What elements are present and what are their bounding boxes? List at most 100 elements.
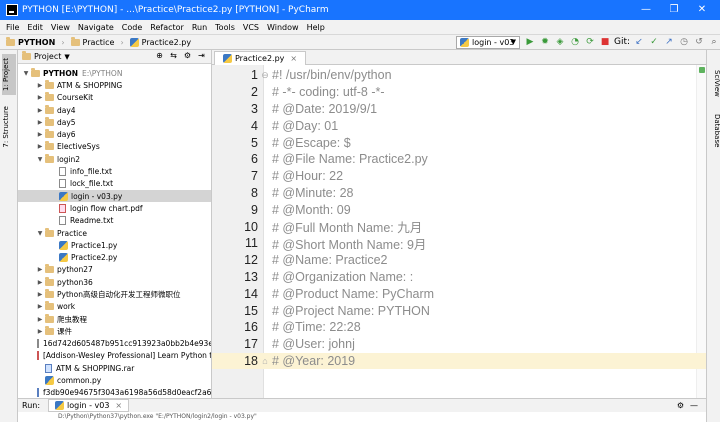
collapsed-arrow-icon[interactable]: ▶	[36, 107, 44, 114]
menu-help[interactable]: Help	[307, 23, 325, 32]
run-configuration-select[interactable]: login - v03 ▼	[456, 36, 520, 49]
code-line[interactable]: 18 ⌂ # @Year: 2019	[212, 352, 706, 370]
fold-marker-icon[interactable]: ⊖	[258, 70, 272, 81]
code-line[interactable]: 3 # @Date: 2019/9/1	[212, 101, 706, 118]
close-tab-icon[interactable]: ×	[290, 54, 297, 63]
tree-folder[interactable]: ▶ 课件	[18, 325, 211, 337]
tool-tab-database[interactable]: Database	[707, 110, 720, 151]
debug-icon[interactable]: ✹	[539, 37, 551, 48]
collapsed-arrow-icon[interactable]: ▶	[36, 303, 44, 310]
collapsed-arrow-icon[interactable]: ▶	[36, 316, 44, 323]
menu-refactor[interactable]: Refactor	[150, 23, 184, 32]
concurrency-icon[interactable]: ⟳	[584, 37, 596, 48]
tree-file[interactable]: f3db90e94675f3043a6198a56d58d0eacf2a68.z…	[18, 387, 211, 398]
gear-icon[interactable]: ⚙	[677, 401, 684, 410]
collapsed-arrow-icon[interactable]: ▶	[36, 328, 44, 335]
code-line[interactable]: 14 # @Product Name: PyCharm	[212, 285, 706, 302]
menu-view[interactable]: View	[51, 23, 70, 32]
code-line[interactable]: 5 # @Escape: $	[212, 134, 706, 151]
run-coverage-icon[interactable]: ◈	[554, 37, 566, 48]
code-editor[interactable]: 1 ⊖ #! /usr/bin/env/python 2 # -*- coding: u…	[212, 65, 706, 398]
collapsed-arrow-icon[interactable]: ▶	[36, 143, 44, 150]
collapsed-arrow-icon[interactable]: ▶	[36, 82, 44, 89]
tree-file[interactable]: common.py	[18, 374, 211, 386]
code-line[interactable]: 4 # @Day: 01	[212, 117, 706, 134]
code-line[interactable]: 12 # @Name: Practice2	[212, 252, 706, 269]
code-line[interactable]: 9 # @Month: 09	[212, 201, 706, 218]
tree-folder[interactable]: ▶ python36	[18, 276, 211, 288]
menu-file[interactable]: File	[6, 23, 19, 32]
vcs-revert-icon[interactable]: ↺	[693, 37, 705, 48]
vcs-update-icon[interactable]: ↙	[633, 37, 645, 48]
menu-navigate[interactable]: Navigate	[78, 23, 114, 32]
vcs-history-icon[interactable]: ◷	[678, 37, 690, 48]
breadcrumb-folder[interactable]: Practice	[83, 38, 115, 47]
fold-marker-icon[interactable]: ⌂	[258, 356, 272, 366]
run-tab[interactable]: login - v03 ×	[48, 399, 130, 412]
tree-folder[interactable]: ▼ Practice	[18, 227, 211, 239]
editor-tab-practice2[interactable]: Practice2.py ×	[214, 51, 307, 65]
code-line[interactable]: 6 # @File Name: Practice2.py	[212, 151, 706, 168]
code-line[interactable]: 11 # @Short Month Name: 9月	[212, 235, 706, 252]
search-everywhere-icon[interactable]: ⌕	[708, 37, 720, 48]
chevron-down-icon[interactable]: ▼	[64, 53, 69, 61]
code-line[interactable]: 8 # @Minute: 28	[212, 185, 706, 202]
tool-tab-structure[interactable]: 7: Structure	[2, 102, 16, 152]
tree-file[interactable]: login flow chart.pdf	[18, 202, 211, 214]
tree-folder[interactable]: ▶ 爬虫教程	[18, 313, 211, 325]
minimize-button[interactable]: —	[632, 0, 660, 20]
close-tab-icon[interactable]: ×	[115, 401, 122, 410]
breadcrumb-file[interactable]: Practice2.py	[142, 38, 191, 47]
tree-file[interactable]: login - v03.py	[18, 189, 211, 203]
collapse-all-icon[interactable]: ⇆	[168, 51, 179, 60]
tree-file[interactable]: 16d742d605487b951cc913923a0bb2b4e93eec2.…	[18, 338, 211, 350]
breadcrumb-project[interactable]: PYTHON	[18, 38, 55, 47]
tree-folder[interactable]: ▶ day4	[18, 104, 211, 116]
collapsed-arrow-icon[interactable]: ▶	[36, 291, 44, 298]
tree-folder[interactable]: ▶ ATM & SHOPPING	[18, 79, 211, 91]
tree-folder[interactable]: ▶ Python高级自动化开发工程师微职位	[18, 288, 211, 300]
gear-icon[interactable]: ⚙	[182, 51, 193, 60]
menu-edit[interactable]: Edit	[27, 23, 43, 32]
tree-file[interactable]: Practice2.py	[18, 251, 211, 263]
collapsed-arrow-icon[interactable]: ▶	[36, 94, 44, 101]
tree-folder[interactable]: ▶ CourseKit	[18, 92, 211, 104]
tree-folder[interactable]: ▼ login2	[18, 153, 211, 165]
stop-icon[interactable]: ■	[599, 37, 611, 48]
code-line[interactable]: 10 # @Full Month Name: 九月	[212, 218, 706, 236]
tree-file[interactable]: Readme.txt	[18, 215, 211, 227]
vcs-compare-icon[interactable]: ↗	[663, 37, 675, 48]
hide-panel-icon[interactable]: ⇥	[196, 51, 207, 60]
tree-file[interactable]: Practice1.py	[18, 239, 211, 251]
tree-file[interactable]: [Addison-Wesley Professional] Learn Pyth…	[18, 350, 211, 362]
tree-folder[interactable]: ▶ day6	[18, 128, 211, 140]
collapsed-arrow-icon[interactable]: ▶	[36, 119, 44, 126]
vcs-commit-icon[interactable]: ✓	[648, 37, 660, 48]
expanded-arrow-icon[interactable]: ▼	[36, 156, 44, 163]
code-line[interactable]: 16 # @Time: 22:28	[212, 319, 706, 336]
expand-arrow-icon[interactable]: ▼	[22, 70, 30, 77]
code-line[interactable]: 13 # @Organization Name: :	[212, 269, 706, 286]
collapsed-arrow-icon[interactable]: ▶	[36, 131, 44, 138]
menu-window[interactable]: Window	[267, 23, 299, 32]
tree-folder[interactable]: ▶ work	[18, 301, 211, 313]
code-line[interactable]: 1 ⊖ #! /usr/bin/env/python	[212, 67, 706, 84]
code-line[interactable]: 15 # @Project Name: PYTHON	[212, 302, 706, 319]
expanded-arrow-icon[interactable]: ▼	[36, 230, 44, 237]
hide-panel-icon[interactable]: —	[690, 401, 698, 410]
tree-folder[interactable]: ▶ python27	[18, 264, 211, 276]
menu-tools[interactable]: Tools	[215, 23, 235, 32]
profile-icon[interactable]: ◔	[569, 37, 581, 48]
tree-folder[interactable]: ▶ ElectiveSys	[18, 141, 211, 153]
tree-file[interactable]: lock_file.txt	[18, 178, 211, 190]
tree-file[interactable]: info_file.txt	[18, 165, 211, 177]
menu-run[interactable]: Run	[192, 23, 207, 32]
project-panel-title[interactable]: Project	[34, 52, 61, 61]
collapsed-arrow-icon[interactable]: ▶	[36, 279, 44, 286]
code-line[interactable]: 2 # -*- coding: utf-8 -*-	[212, 84, 706, 101]
menu-code[interactable]: Code	[122, 23, 142, 32]
run-icon[interactable]: ▶	[524, 37, 536, 48]
close-button[interactable]: ✕	[688, 0, 716, 20]
tool-tab-sciview[interactable]: SciView	[707, 66, 720, 101]
menu-vcs[interactable]: VCS	[243, 23, 259, 32]
